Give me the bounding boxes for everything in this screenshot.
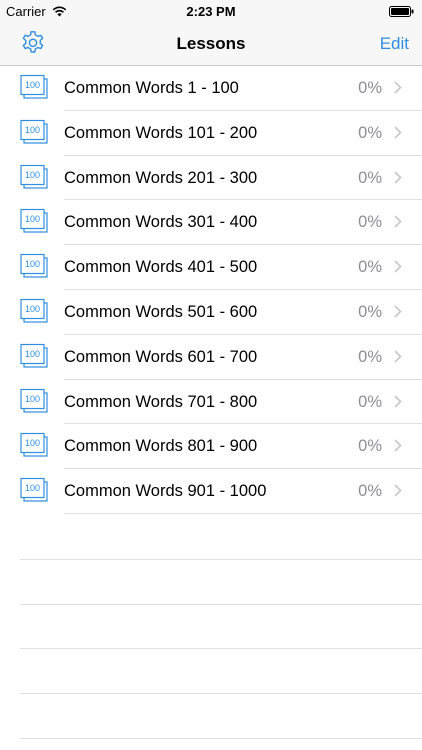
flashcard-100-icon: 100 <box>20 208 48 234</box>
lessons-screen: Carrier 2:23 PM Lessons Edit 100 Common W… <box>0 0 422 750</box>
flashcard-100-icon: 100 <box>20 119 48 145</box>
edit-button[interactable]: Edit <box>380 34 409 54</box>
lesson-icon-text: 100 <box>25 483 40 493</box>
lesson-title: Common Words 101 - 200 <box>64 123 258 142</box>
lesson-icon-text: 100 <box>25 215 40 225</box>
flashcard-100-icon: 100 <box>20 388 48 414</box>
row-separator <box>64 512 422 514</box>
lesson-progress: 0% <box>358 437 382 456</box>
flashcard-100-icon: 100 <box>20 74 48 100</box>
chevron-right-icon <box>394 439 402 452</box>
lesson-list: 100 Common Words 1 - 100 0% 100 Common Words… <box>0 66 422 514</box>
flashcard-100-icon: 100 <box>20 253 48 279</box>
lesson-progress: 0% <box>358 213 382 232</box>
lesson-progress: 0% <box>358 168 382 187</box>
chevron-right-icon <box>394 484 402 497</box>
lesson-title: Common Words 201 - 300 <box>64 168 258 187</box>
lesson-row[interactable]: 100 Common Words 201 - 300 0% <box>0 156 422 201</box>
lesson-progress: 0% <box>358 258 382 277</box>
lesson-title: Common Words 901 - 1000 <box>64 482 267 501</box>
battery-icon <box>389 6 414 17</box>
chevron-right-icon <box>394 305 402 318</box>
chevron-right-icon <box>394 395 402 408</box>
lesson-progress: 0% <box>358 392 382 411</box>
lesson-row[interactable]: 100 Common Words 401 - 500 0% <box>0 245 422 290</box>
lesson-title: Common Words 701 - 800 <box>64 392 258 411</box>
chevron-right-icon <box>394 350 402 363</box>
flashcard-100-icon: 100 <box>20 432 48 458</box>
empty-row-separator <box>20 648 422 650</box>
chevron-right-icon <box>394 126 402 139</box>
lesson-progress: 0% <box>358 79 382 97</box>
lesson-title: Common Words 601 - 700 <box>64 347 258 366</box>
flashcard-100-icon: 100 <box>20 164 48 190</box>
lesson-icon-text: 100 <box>25 170 40 180</box>
chevron-right-icon <box>394 215 402 228</box>
lesson-title: Common Words 301 - 400 <box>64 213 258 232</box>
lesson-icon-text: 100 <box>25 304 40 314</box>
lesson-progress: 0% <box>358 347 382 366</box>
chevron-right-icon <box>394 260 402 273</box>
lesson-title: Common Words 1 - 100 <box>64 79 239 97</box>
empty-row-separator <box>20 738 422 739</box>
lesson-row[interactable]: 100 Common Words 301 - 400 0% <box>0 200 422 246</box>
lesson-title: Common Words 401 - 500 <box>64 258 258 277</box>
empty-row-separator <box>20 603 422 605</box>
lesson-icon-text: 100 <box>25 394 40 404</box>
empty-row-separator <box>20 693 422 695</box>
lesson-progress: 0% <box>358 482 382 501</box>
lesson-row[interactable]: 100 Common Words 601 - 700 0% <box>0 335 422 380</box>
navigation-bar: Lessons Edit <box>0 22 422 66</box>
lesson-progress: 0% <box>358 302 382 321</box>
chevron-right-icon <box>394 171 402 184</box>
lesson-icon-text: 100 <box>25 125 40 135</box>
lesson-row[interactable]: 100 Common Words 1 - 100 0% <box>0 66 422 111</box>
lesson-icon-text: 100 <box>25 259 40 269</box>
lesson-row[interactable]: 100 Common Words 101 - 200 0% <box>0 111 422 156</box>
flashcard-100-icon: 100 <box>20 298 48 324</box>
chevron-right-icon <box>394 81 402 94</box>
lesson-row[interactable]: 100 Common Words 701 - 800 0% <box>0 380 422 425</box>
lesson-title: Common Words 801 - 900 <box>64 437 258 456</box>
page-title: Lessons <box>176 34 246 53</box>
lesson-progress: 0% <box>358 123 382 142</box>
lesson-row[interactable]: 100 Common Words 901 - 1000 0% <box>0 469 422 514</box>
lesson-icon-text: 100 <box>25 439 40 449</box>
lesson-icon-text: 100 <box>25 349 40 359</box>
lesson-row[interactable]: 100 Common Words 501 - 600 0% <box>0 290 422 335</box>
lesson-icon-text: 100 <box>25 80 40 90</box>
flashcard-100-icon: 100 <box>20 477 48 503</box>
lesson-row[interactable]: 100 Common Words 801 - 900 0% <box>0 424 422 470</box>
status-bar: Carrier 2:23 PM <box>0 0 422 22</box>
status-time: 2:23 PM <box>186 4 236 19</box>
empty-row-separator <box>20 558 422 560</box>
lesson-title: Common Words 501 - 600 <box>64 302 258 321</box>
flashcard-100-icon: 100 <box>20 343 48 369</box>
